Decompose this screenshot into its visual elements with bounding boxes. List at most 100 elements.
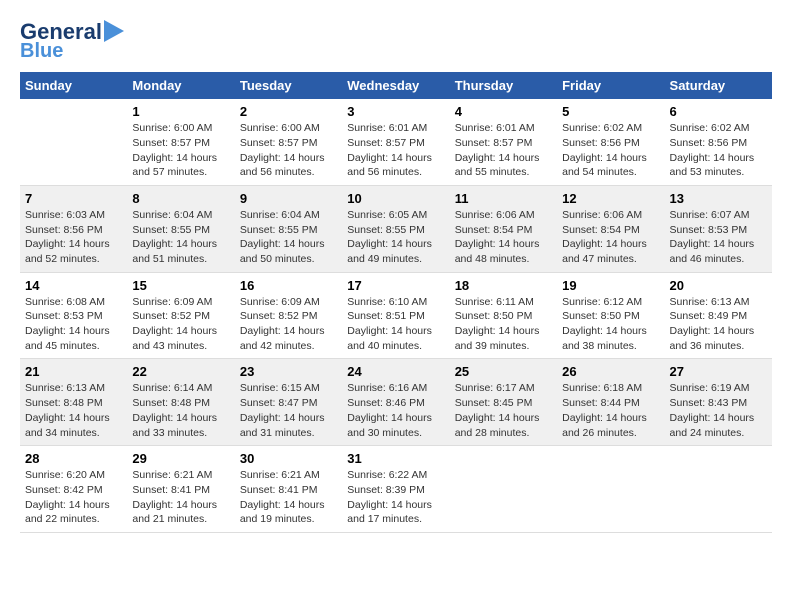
calendar-cell: 31 Sunrise: 6:22 AMSunset: 8:39 PMDayligh… <box>342 446 449 533</box>
calendar-cell: 12 Sunrise: 6:06 AMSunset: 8:54 PMDayligh… <box>557 185 664 272</box>
calendar-cell <box>557 446 664 533</box>
day-info: Sunrise: 6:05 AMSunset: 8:55 PMDaylight:… <box>347 208 444 267</box>
page-header: General Blue <box>20 20 772 62</box>
day-number: 1 <box>132 104 229 119</box>
day-number: 17 <box>347 278 444 293</box>
calendar-cell: 16 Sunrise: 6:09 AMSunset: 8:52 PMDayligh… <box>235 272 342 359</box>
calendar-week-row: 1 Sunrise: 6:00 AMSunset: 8:57 PMDaylight… <box>20 99 772 185</box>
day-number: 20 <box>670 278 767 293</box>
logo-arrow-icon <box>104 20 132 42</box>
day-number: 24 <box>347 364 444 379</box>
day-number: 22 <box>132 364 229 379</box>
calendar-week-row: 21 Sunrise: 6:13 AMSunset: 8:48 PMDayligh… <box>20 359 772 446</box>
day-number: 27 <box>670 364 767 379</box>
calendar-cell: 25 Sunrise: 6:17 AMSunset: 8:45 PMDayligh… <box>450 359 557 446</box>
calendar-cell: 20 Sunrise: 6:13 AMSunset: 8:49 PMDayligh… <box>665 272 772 359</box>
calendar-cell <box>20 99 127 185</box>
day-number: 15 <box>132 278 229 293</box>
calendar-cell: 29Sunrise: 6:21 AMSunset: 8:41 PMDayligh… <box>127 446 234 533</box>
calendar-cell <box>450 446 557 533</box>
day-number: 11 <box>455 191 552 206</box>
day-info: Sunrise: 6:09 AMSunset: 8:52 PMDaylight:… <box>240 295 337 354</box>
weekday-header-monday: Monday <box>127 72 234 99</box>
calendar-cell <box>665 446 772 533</box>
calendar-cell: 30 Sunrise: 6:21 AMSunset: 8:41 PMDayligh… <box>235 446 342 533</box>
calendar-cell: 18 Sunrise: 6:11 AMSunset: 8:50 PMDayligh… <box>450 272 557 359</box>
calendar-cell: 28 Sunrise: 6:20 AMSunset: 8:42 PMDayligh… <box>20 446 127 533</box>
calendar-cell: 23 Sunrise: 6:15 AMSunset: 8:47 PMDayligh… <box>235 359 342 446</box>
day-info: Sunrise: 6:20 AMSunset: 8:42 PMDaylight:… <box>25 468 122 527</box>
day-info: Sunrise: 6:12 AMSunset: 8:50 PMDaylight:… <box>562 295 659 354</box>
day-info: Sunrise: 6:00 AMSunset: 8:57 PMDaylight:… <box>240 121 337 180</box>
day-info: Sunrise: 6:22 AMSunset: 8:39 PMDaylight:… <box>347 468 444 527</box>
day-info: Sunrise: 6:11 AMSunset: 8:50 PMDaylight:… <box>455 295 552 354</box>
day-number: 26 <box>562 364 659 379</box>
day-info: Sunrise: 6:21 AMSunset: 8:41 PMDaylight:… <box>240 468 337 527</box>
day-number: 31 <box>347 451 444 466</box>
calendar-cell: 24 Sunrise: 6:16 AMSunset: 8:46 PMDayligh… <box>342 359 449 446</box>
day-info: Sunrise: 6:04 AMSunset: 8:55 PMDaylight:… <box>132 208 229 267</box>
day-number: 10 <box>347 191 444 206</box>
calendar-cell: 13 Sunrise: 6:07 AMSunset: 8:53 PMDayligh… <box>665 185 772 272</box>
day-info: Sunrise: 6:17 AMSunset: 8:45 PMDaylight:… <box>455 381 552 440</box>
day-number: 18 <box>455 278 552 293</box>
day-info: Sunrise: 6:02 AMSunset: 8:56 PMDaylight:… <box>670 121 767 180</box>
day-number: 5 <box>562 104 659 119</box>
day-info: Sunrise: 6:13 AMSunset: 8:48 PMDaylight:… <box>25 381 122 440</box>
day-info: Sunrise: 6:14 AMSunset: 8:48 PMDaylight:… <box>132 381 229 440</box>
day-info: Sunrise: 6:09 AMSunset: 8:52 PMDaylight:… <box>132 295 229 354</box>
day-number: 16 <box>240 278 337 293</box>
day-number: 12 <box>562 191 659 206</box>
calendar-cell: 27Sunrise: 6:19 AMSunset: 8:43 PMDayligh… <box>665 359 772 446</box>
calendar-cell: 1 Sunrise: 6:00 AMSunset: 8:57 PMDaylight… <box>127 99 234 185</box>
weekday-header-tuesday: Tuesday <box>235 72 342 99</box>
day-info: Sunrise: 6:08 AMSunset: 8:53 PMDaylight:… <box>25 295 122 354</box>
day-number: 23 <box>240 364 337 379</box>
day-info: Sunrise: 6:10 AMSunset: 8:51 PMDaylight:… <box>347 295 444 354</box>
calendar-cell: 9Sunrise: 6:04 AMSunset: 8:55 PMDaylight… <box>235 185 342 272</box>
day-info: Sunrise: 6:13 AMSunset: 8:49 PMDaylight:… <box>670 295 767 354</box>
day-number: 7 <box>25 191 122 206</box>
day-info: Sunrise: 6:15 AMSunset: 8:47 PMDaylight:… <box>240 381 337 440</box>
day-number: 14 <box>25 278 122 293</box>
weekday-header-sunday: Sunday <box>20 72 127 99</box>
day-info: Sunrise: 6:00 AMSunset: 8:57 PMDaylight:… <box>132 121 229 180</box>
calendar-table: SundayMondayTuesdayWednesdayThursdayFrid… <box>20 72 772 533</box>
day-number: 28 <box>25 451 122 466</box>
day-info: Sunrise: 6:01 AMSunset: 8:57 PMDaylight:… <box>347 121 444 180</box>
calendar-cell: 15 Sunrise: 6:09 AMSunset: 8:52 PMDayligh… <box>127 272 234 359</box>
calendar-cell: 7Sunrise: 6:03 AMSunset: 8:56 PMDaylight… <box>20 185 127 272</box>
calendar-cell: 22 Sunrise: 6:14 AMSunset: 8:48 PMDayligh… <box>127 359 234 446</box>
day-info: Sunrise: 6:07 AMSunset: 8:53 PMDaylight:… <box>670 208 767 267</box>
day-number: 21 <box>25 364 122 379</box>
calendar-cell: 2 Sunrise: 6:00 AMSunset: 8:57 PMDaylight… <box>235 99 342 185</box>
calendar-cell: 26 Sunrise: 6:18 AMSunset: 8:44 PMDayligh… <box>557 359 664 446</box>
calendar-cell: 17 Sunrise: 6:10 AMSunset: 8:51 PMDayligh… <box>342 272 449 359</box>
day-info: Sunrise: 6:02 AMSunset: 8:56 PMDaylight:… <box>562 121 659 180</box>
weekday-header-saturday: Saturday <box>665 72 772 99</box>
day-info: Sunrise: 6:21 AMSunset: 8:41 PMDaylight:… <box>132 468 229 527</box>
calendar-cell: 14 Sunrise: 6:08 AMSunset: 8:53 PMDayligh… <box>20 272 127 359</box>
calendar-cell: 5 Sunrise: 6:02 AMSunset: 8:56 PMDaylight… <box>557 99 664 185</box>
day-info: Sunrise: 6:06 AMSunset: 8:54 PMDaylight:… <box>562 208 659 267</box>
day-number: 6 <box>670 104 767 119</box>
calendar-week-row: 28 Sunrise: 6:20 AMSunset: 8:42 PMDayligh… <box>20 446 772 533</box>
day-number: 2 <box>240 104 337 119</box>
weekday-header-friday: Friday <box>557 72 664 99</box>
day-number: 30 <box>240 451 337 466</box>
calendar-week-row: 14 Sunrise: 6:08 AMSunset: 8:53 PMDayligh… <box>20 272 772 359</box>
day-info: Sunrise: 6:04 AMSunset: 8:55 PMDaylight:… <box>240 208 337 267</box>
day-info: Sunrise: 6:16 AMSunset: 8:46 PMDaylight:… <box>347 381 444 440</box>
weekday-header-row: SundayMondayTuesdayWednesdayThursdayFrid… <box>20 72 772 99</box>
logo-text-blue: Blue <box>20 40 63 62</box>
day-number: 13 <box>670 191 767 206</box>
day-info: Sunrise: 6:06 AMSunset: 8:54 PMDaylight:… <box>455 208 552 267</box>
day-number: 4 <box>455 104 552 119</box>
calendar-cell: 8Sunrise: 6:04 AMSunset: 8:55 PMDaylight… <box>127 185 234 272</box>
calendar-cell: 10 Sunrise: 6:05 AMSunset: 8:55 PMDayligh… <box>342 185 449 272</box>
calendar-cell: 11 Sunrise: 6:06 AMSunset: 8:54 PMDayligh… <box>450 185 557 272</box>
calendar-cell: 19Sunrise: 6:12 AMSunset: 8:50 PMDayligh… <box>557 272 664 359</box>
day-number: 25 <box>455 364 552 379</box>
day-info: Sunrise: 6:18 AMSunset: 8:44 PMDaylight:… <box>562 381 659 440</box>
weekday-header-thursday: Thursday <box>450 72 557 99</box>
